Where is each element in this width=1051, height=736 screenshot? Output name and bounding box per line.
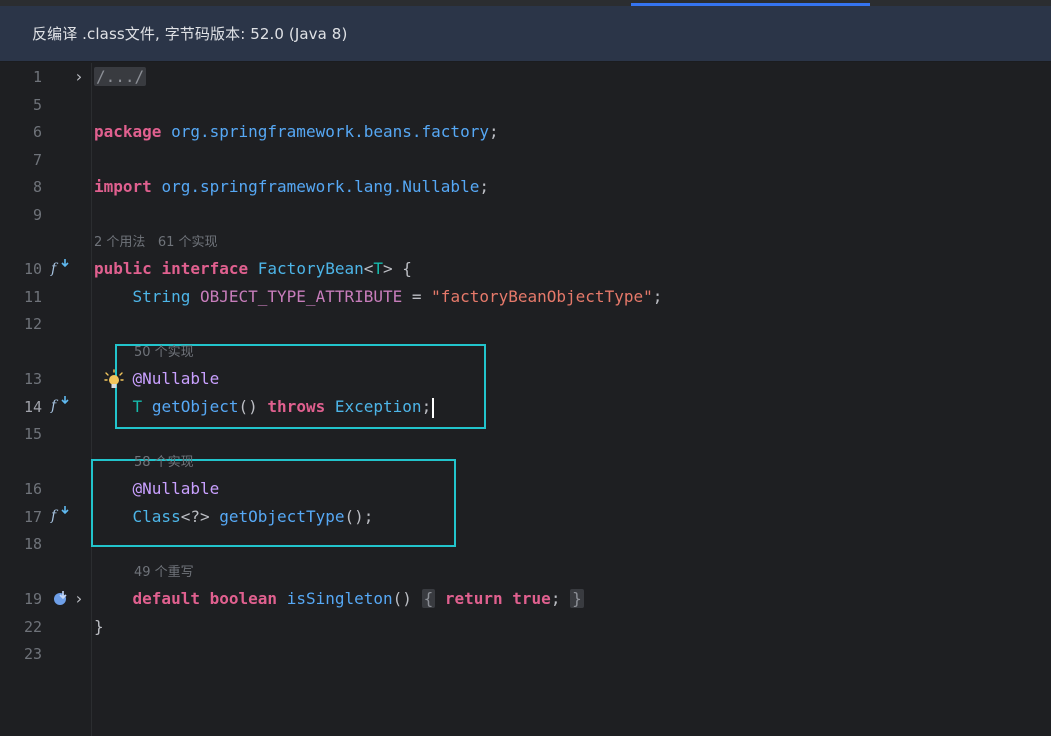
line-number: 5 bbox=[32, 96, 42, 114]
method-name: getObject bbox=[151, 397, 239, 416]
method-name: isSingleton bbox=[286, 589, 393, 608]
implementations-hint[interactable]: 61 个实现 bbox=[158, 235, 218, 250]
method-name: getObjectType bbox=[219, 507, 345, 526]
code-line-22: } bbox=[94, 616, 104, 638]
line-number: 17 bbox=[23, 508, 42, 526]
type-name: String bbox=[132, 287, 191, 306]
line-number: 16 bbox=[23, 480, 42, 498]
type-name: Class bbox=[132, 507, 181, 526]
code-line-6: package org.springframework.beans.factor… bbox=[94, 121, 499, 143]
usages-hint[interactable]: 2 个用法 bbox=[94, 235, 145, 250]
chevron-right-icon[interactable]: › bbox=[74, 66, 84, 88]
keyword: public bbox=[94, 259, 152, 278]
code-line-1: /.../ bbox=[94, 66, 147, 88]
class-name: Nullable bbox=[402, 177, 480, 196]
implementations-hint[interactable]: 58 个实现 bbox=[134, 454, 194, 472]
punct: ; bbox=[652, 287, 663, 306]
line-number-current: 14 bbox=[23, 398, 42, 416]
keyword: return bbox=[444, 589, 503, 608]
interface-name: FactoryBean bbox=[257, 259, 364, 278]
code-line-8: import org.springframework.lang.Nullable… bbox=[94, 176, 489, 198]
punct: } bbox=[94, 617, 104, 636]
code-line-10: public interface FactoryBean<T> { bbox=[94, 258, 412, 280]
punct: ; bbox=[488, 122, 499, 141]
banner-text: 反编译 .class文件, 字节码版本: 52.0 (Java 8) bbox=[32, 25, 348, 43]
decompiled-banner: 反编译 .class文件, 字节码版本: 52.0 (Java 8) bbox=[0, 6, 1051, 62]
annotation: @Nullable bbox=[132, 369, 220, 388]
text-cursor bbox=[432, 397, 435, 418]
generic: <?> bbox=[180, 507, 210, 526]
folded-brace[interactable]: } bbox=[570, 589, 584, 608]
line-number: 22 bbox=[23, 618, 42, 636]
chevron-right-icon[interactable]: › bbox=[74, 588, 84, 610]
implemented-icon[interactable]: f bbox=[51, 398, 56, 414]
line-number: 7 bbox=[32, 151, 42, 169]
punct: > { bbox=[383, 259, 412, 278]
punct: < bbox=[363, 259, 374, 278]
implemented-arrow-icon bbox=[61, 259, 69, 268]
package-name: org.springframework.beans.factory bbox=[171, 122, 489, 141]
implementations-hint[interactable]: 50 个实现 bbox=[134, 344, 194, 362]
keyword: package bbox=[94, 122, 162, 141]
folded-brace[interactable]: { bbox=[421, 589, 436, 608]
line-number: 19 bbox=[23, 590, 42, 608]
implemented-arrow-icon bbox=[61, 396, 69, 405]
line-number: 8 bbox=[32, 178, 42, 196]
implemented-icon[interactable]: f bbox=[51, 261, 56, 277]
implemented-icon[interactable]: f bbox=[51, 508, 56, 524]
code-line-16: @Nullable bbox=[94, 478, 220, 500]
package-name: org.springframework.lang. bbox=[161, 177, 403, 196]
punct: ; bbox=[550, 589, 561, 608]
line-number: 13 bbox=[23, 370, 42, 388]
line-number: 9 bbox=[32, 206, 42, 224]
punct: () bbox=[238, 397, 268, 416]
implemented-arrow-icon bbox=[61, 506, 69, 515]
line-number: 6 bbox=[32, 123, 42, 141]
gutter-separator bbox=[91, 63, 92, 736]
string-literal: "factoryBeanObjectType" bbox=[431, 287, 653, 306]
code-line-13: @Nullable bbox=[94, 368, 220, 390]
line-number: 11 bbox=[23, 288, 42, 306]
punct: (); bbox=[344, 507, 374, 526]
highlight-box-getobjecttype bbox=[91, 459, 456, 547]
keyword: boolean bbox=[209, 589, 278, 608]
line-number: 12 bbox=[23, 315, 42, 333]
keyword: true bbox=[512, 589, 551, 608]
type-param: T bbox=[373, 259, 384, 278]
field-name: OBJECT_TYPE_ATTRIBUTE bbox=[199, 287, 403, 306]
type-name: Exception bbox=[334, 397, 422, 416]
inlay-hint[interactable]: 2 个用法 61 个实现 bbox=[94, 234, 218, 252]
type-param: T bbox=[132, 397, 143, 416]
keyword: import bbox=[94, 177, 152, 196]
override-icon[interactable] bbox=[52, 589, 70, 607]
line-number: 18 bbox=[23, 535, 42, 553]
keyword: throws bbox=[267, 397, 326, 416]
line-number: 1 bbox=[32, 68, 42, 86]
code-line-17: Class<?> getObjectType(); bbox=[94, 506, 374, 528]
punct: = bbox=[402, 287, 432, 306]
annotation: @Nullable bbox=[132, 479, 220, 498]
folded-region[interactable]: /.../ bbox=[94, 67, 147, 86]
code-line-19: default boolean isSingleton() { return t… bbox=[94, 588, 584, 610]
overrides-hint[interactable]: 49 个重写 bbox=[134, 564, 194, 582]
keyword: default bbox=[132, 589, 200, 608]
punct: () bbox=[392, 589, 412, 608]
line-number: 23 bbox=[23, 645, 42, 663]
punct: ; bbox=[421, 397, 432, 416]
code-line-14: T getObject() throws Exception; bbox=[94, 396, 435, 418]
line-number: 10 bbox=[23, 260, 42, 278]
punct: ; bbox=[479, 177, 489, 196]
line-number: 15 bbox=[23, 425, 42, 443]
code-line-11: String OBJECT_TYPE_ATTRIBUTE = "factoryB… bbox=[94, 286, 663, 308]
keyword: interface bbox=[161, 259, 249, 278]
